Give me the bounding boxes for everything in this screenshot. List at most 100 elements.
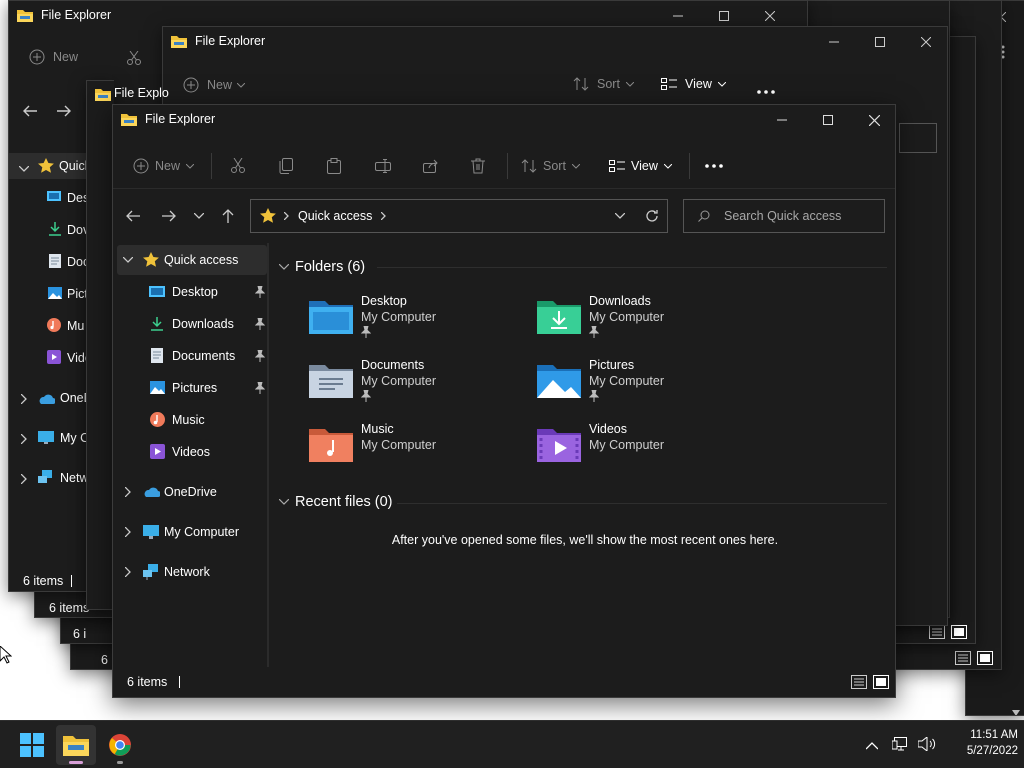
cut-button[interactable] [231,143,251,189]
videos-folder-icon [537,429,581,462]
folder-name: Documents [361,358,425,372]
sidebar-item-music[interactable]: Music [113,405,269,435]
folder-tile-videos[interactable]: Videos My Computer [537,422,757,482]
tiles-view-button[interactable] [873,675,889,692]
view-button[interactable]: View [609,143,678,189]
sort-icon [521,159,537,173]
tiles-view-icon[interactable] [951,625,967,642]
expand-icon[interactable] [18,161,30,175]
chevron-right-icon[interactable] [125,567,131,577]
start-button[interactable] [12,725,52,765]
new-button[interactable]: New [133,143,200,189]
expand-icon[interactable] [20,433,27,447]
music-icon [47,318,61,335]
minimize-icon[interactable] [759,105,805,135]
up-arrow-icon [222,209,234,223]
scroll-down-icon[interactable] [1012,705,1020,715]
sidebar-item-pictures[interactable]: Pictures [113,373,269,403]
refresh-icon[interactable] [645,209,659,223]
close-icon[interactable] [903,27,947,57]
folders-section-header[interactable]: Folders (6) [279,259,365,275]
sidebar-item-desktop[interactable]: Desktop [113,277,269,307]
search-box[interactable] [899,123,937,153]
details-view-icon[interactable] [955,651,971,668]
status-divider [179,676,181,688]
folder-location: My Computer [589,310,665,324]
chevron-down-icon[interactable] [615,213,625,219]
recent-section-header[interactable]: Recent files (0) [279,494,393,510]
see-more-button[interactable] [705,143,729,189]
taskbar-chrome[interactable] [100,725,140,765]
chevron-right-icon[interactable] [125,527,131,537]
forward-button[interactable] [153,199,185,233]
address-bar[interactable]: Quick access [250,199,668,233]
expand-icon[interactable] [20,393,27,407]
new-button[interactable]: New [183,77,246,93]
chevron-down-icon[interactable] [123,257,133,263]
sidebar-item-my-computer[interactable]: My Computer [113,517,269,547]
open-indicator [117,761,123,764]
recent-locations-button[interactable] [183,199,215,233]
title-bar[interactable]: File Explorer [113,105,895,135]
details-view-icon[interactable] [929,625,945,642]
close-icon[interactable] [851,105,895,135]
details-view-button[interactable] [851,675,867,692]
folder-tile-downloads[interactable]: Downloads My Computer [537,294,757,354]
folder-tile-documents[interactable]: Documents My Computer [309,358,529,418]
show-hidden-icons-button[interactable] [865,739,879,753]
chevron-right-icon[interactable] [125,487,131,497]
paste-button[interactable] [327,143,347,189]
view-button[interactable]: View [661,77,726,91]
folders-header-label: Folders (6) [295,259,366,275]
maximize-icon[interactable] [805,105,851,135]
folder-tile-music[interactable]: Music My Computer [309,422,529,482]
maximize-icon[interactable] [857,27,903,57]
sidebar-label: Videos [172,445,210,459]
section-divider [377,267,887,268]
chevron-right-icon[interactable] [381,212,387,220]
back-icon[interactable] [23,105,37,120]
delete-button[interactable] [471,143,491,189]
pictures-icon [150,381,165,394]
expand-icon[interactable] [20,473,27,487]
tiles-view-icon [873,675,889,689]
more-icon[interactable] [757,83,775,97]
tiles-view-icon[interactable] [977,651,993,668]
recent-header-label: Recent files (0) [295,494,393,510]
folder-tile-pictures[interactable]: Pictures My Computer [537,358,757,418]
cut-icon[interactable] [127,50,141,68]
sidebar-item-network[interactable]: Network [113,557,269,587]
sort-button[interactable]: Sort [573,77,634,91]
breadcrumb[interactable]: Quick access [298,209,372,223]
status-text: 6 i [73,627,87,641]
new-button[interactable]: New [29,49,78,65]
back-button[interactable] [117,199,149,233]
command-bar: New Sort View [113,143,895,189]
sidebar-item-downloads[interactable]: Downloads [113,309,269,339]
sidebar-item-quick-access[interactable]: Quick access [117,245,267,275]
minimize-icon[interactable] [811,27,857,57]
sidebar-item-documents[interactable]: Documents [113,341,269,371]
folder-name: Videos [589,422,627,436]
copy-button[interactable] [279,143,299,189]
sidebar-label: Quick access [164,253,239,267]
search-input[interactable]: Search Quick access [683,199,885,233]
file-explorer-icon [95,88,111,104]
sidebar-label: Netw [60,471,89,485]
sort-button[interactable]: Sort [521,143,586,189]
mouse-cursor-icon [0,645,13,667]
volume-tray-button[interactable] [917,735,936,754]
forward-icon[interactable] [57,105,71,120]
folder-tile-desktop[interactable]: Desktop My Computer [309,294,529,354]
sidebar-item-onedrive[interactable]: OneDrive [113,477,269,507]
sidebar-label: Music [172,413,205,427]
rename-button[interactable] [375,143,397,189]
taskbar-file-explorer[interactable] [56,725,96,765]
window-title: File Explorer [41,8,112,22]
up-button[interactable] [212,199,244,233]
download-icon [49,222,61,239]
network-tray-button[interactable] [891,737,908,754]
sidebar-item-videos[interactable]: Videos [113,437,269,467]
clock-button[interactable]: 11:51 AM 5/27/2022 [942,727,1018,759]
share-button[interactable] [423,143,445,189]
